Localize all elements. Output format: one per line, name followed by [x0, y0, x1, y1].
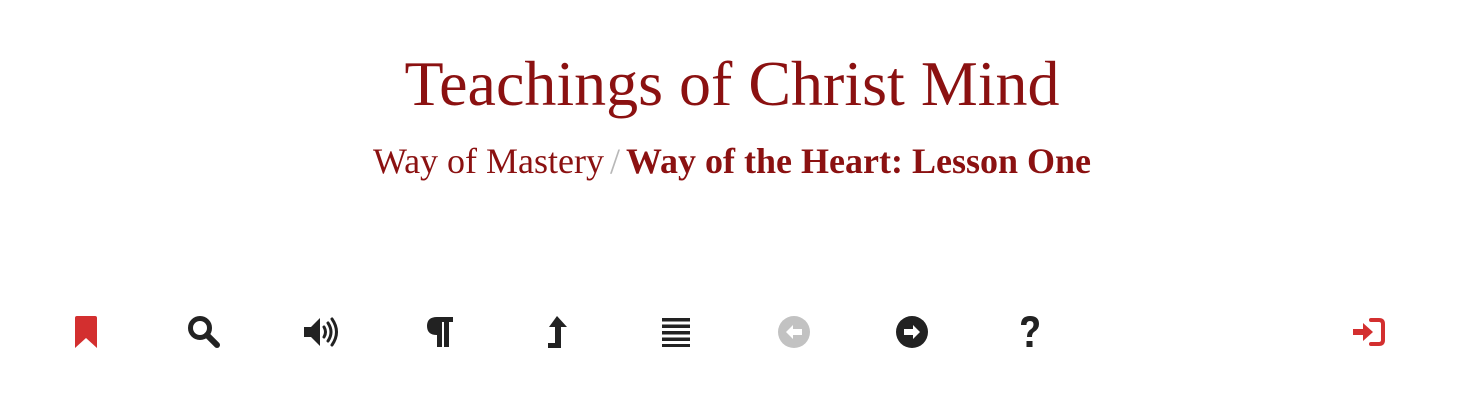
paragraph-icon [426, 316, 454, 348]
list-icon [661, 317, 691, 347]
bookmark-button[interactable] [64, 310, 108, 354]
volume-up-icon [303, 316, 341, 348]
next-button[interactable] [890, 310, 934, 354]
sign-in-button[interactable] [1346, 310, 1390, 354]
help-button[interactable] [1008, 310, 1052, 354]
breadcrumb-current: Way of the Heart: Lesson One [626, 141, 1091, 181]
arrow-circle-left-icon [777, 315, 811, 349]
previous-button[interactable] [772, 310, 816, 354]
bookmark-icon [74, 316, 98, 348]
contents-button[interactable] [654, 310, 698, 354]
search-icon [187, 315, 221, 349]
page-title[interactable]: Teachings of Christ Mind [0, 44, 1464, 124]
level-up-icon [545, 315, 571, 349]
toolbar [0, 310, 1464, 354]
level-up-button[interactable] [536, 310, 580, 354]
search-button[interactable] [182, 310, 226, 354]
question-icon [1018, 315, 1042, 349]
paragraph-button[interactable] [418, 310, 462, 354]
breadcrumb-parent-link[interactable]: Way of Mastery [373, 141, 604, 181]
breadcrumb-separator: / [610, 141, 621, 181]
breadcrumb: Way of Mastery / Way of the Heart: Lesson … [0, 138, 1464, 184]
audio-button[interactable] [300, 310, 344, 354]
arrow-circle-right-icon [895, 315, 929, 349]
sign-in-icon [1351, 318, 1385, 346]
